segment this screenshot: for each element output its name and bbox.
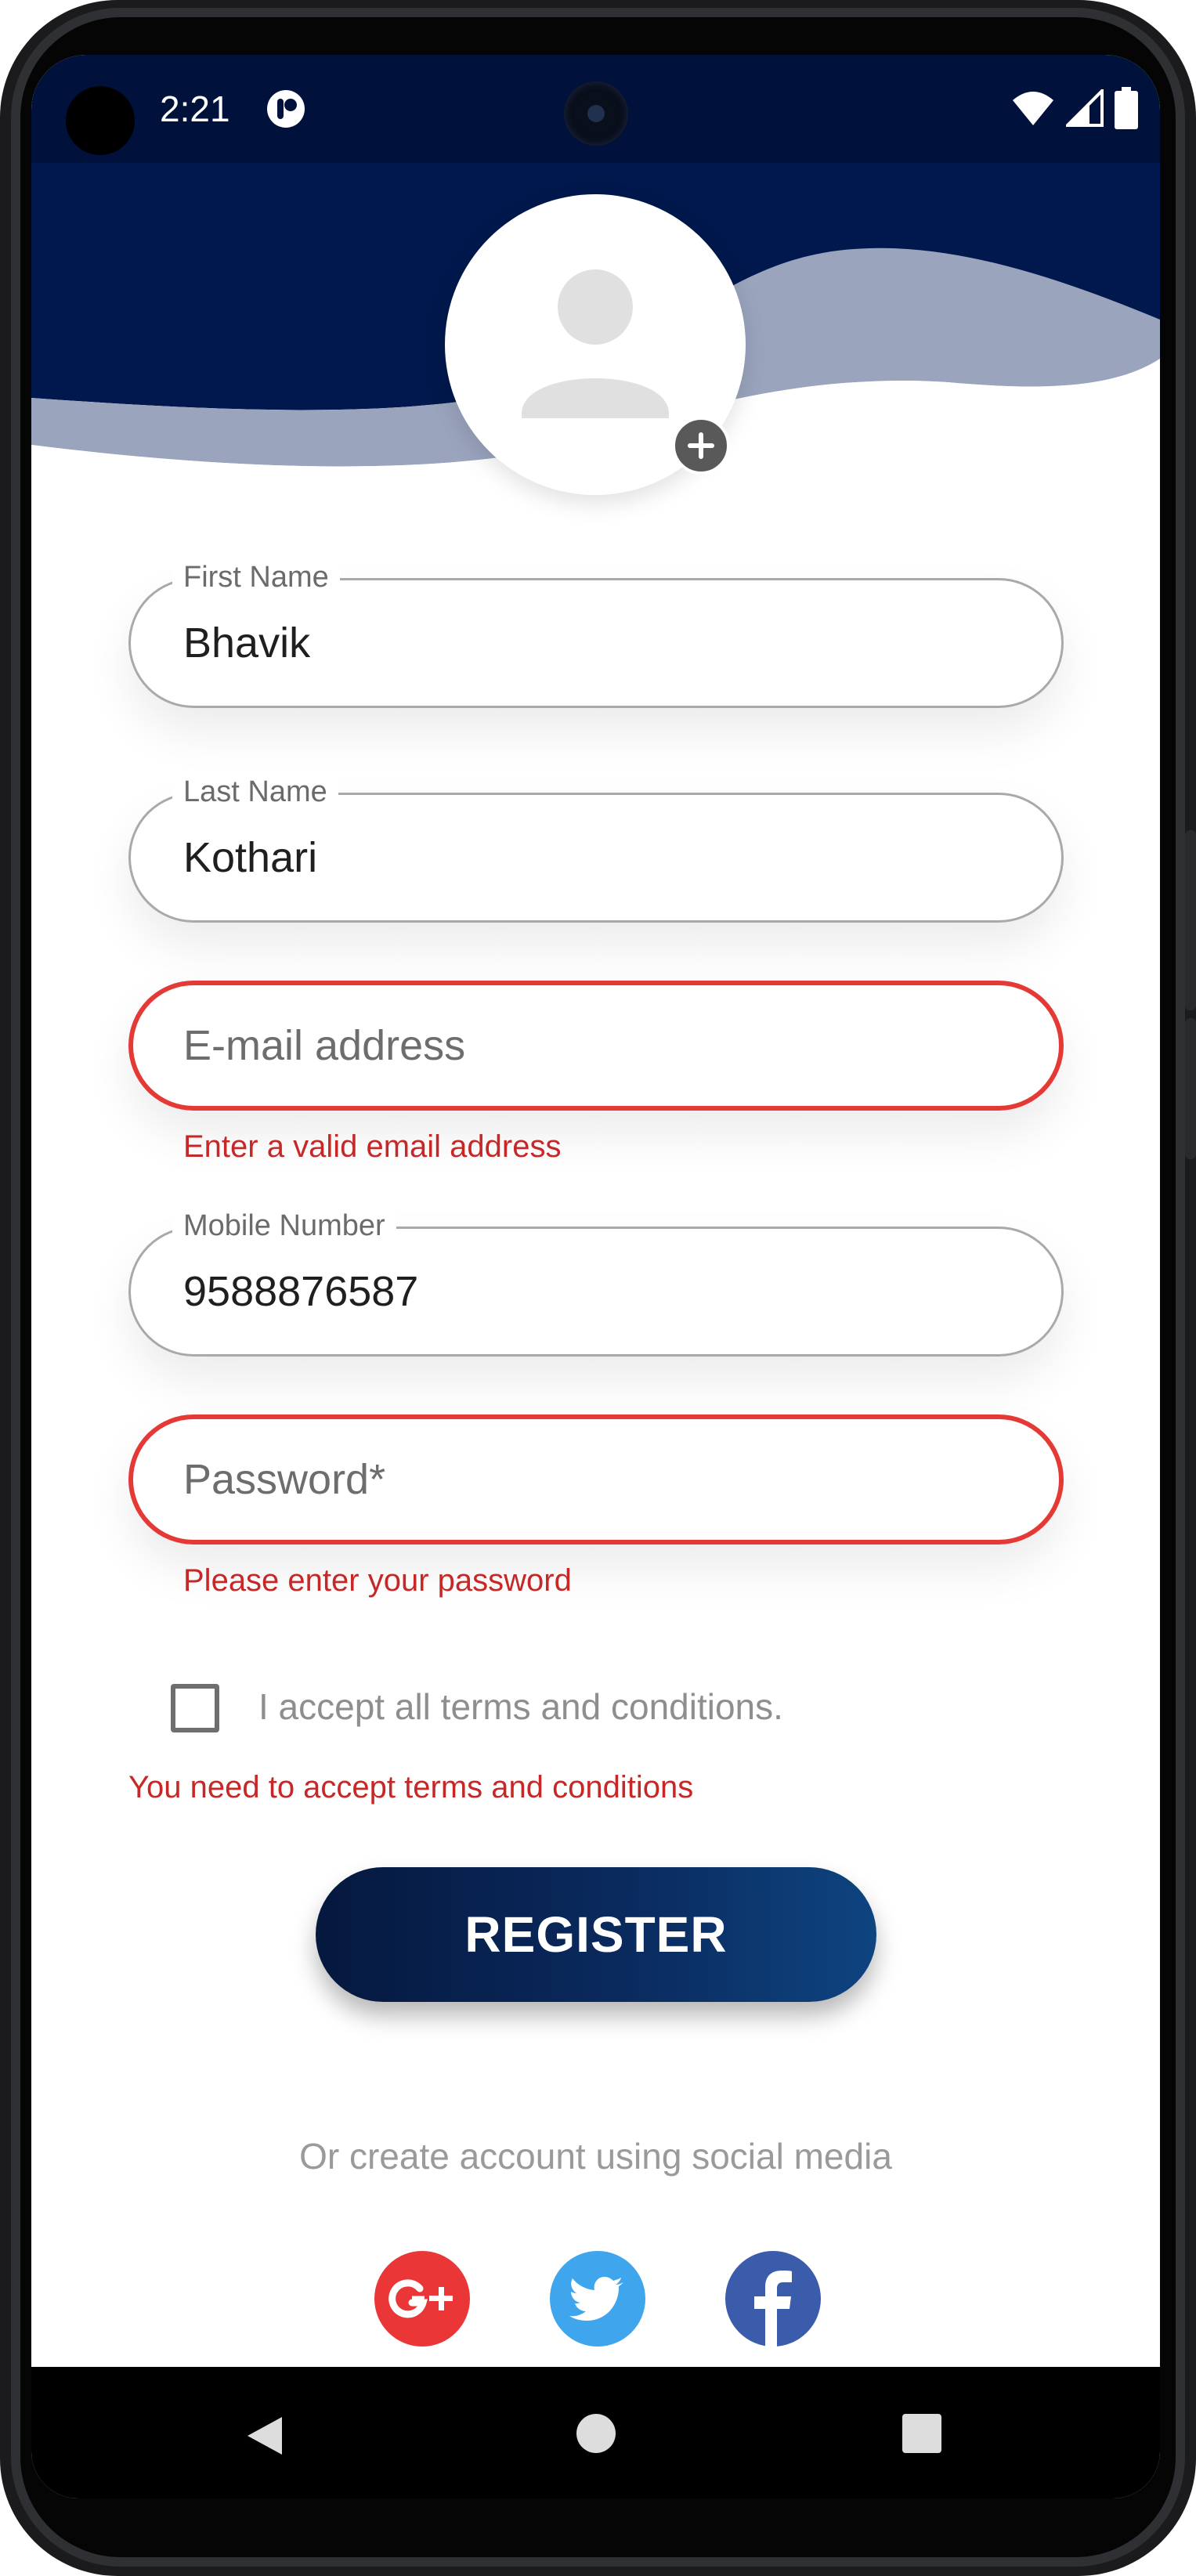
register-button[interactable]: REGISTER: [316, 1867, 876, 2002]
front-camera: [564, 81, 628, 146]
volume-button: [1185, 830, 1196, 1010]
app-notification-icon: [267, 90, 305, 128]
facebook-button[interactable]: [725, 2251, 821, 2347]
status-time: 2:21: [160, 89, 230, 129]
email-placeholder: E-mail address: [183, 1022, 466, 1069]
social-media-caption: Or create account using social media: [299, 2136, 892, 2177]
password-placeholder: Password*: [183, 1456, 386, 1503]
terms-checkbox[interactable]: [171, 1684, 219, 1732]
mobile-number-field[interactable]: Mobile Number 9588876587: [128, 1203, 1064, 1357]
password-field[interactable]: Password*: [128, 1414, 1064, 1545]
email-field[interactable]: E-mail address: [128, 981, 1064, 1111]
power-button: [1185, 1018, 1196, 1159]
terms-error: You need to accept terms and conditions: [128, 1770, 694, 1805]
google-plus-icon: [388, 2279, 453, 2318]
last-name-field[interactable]: Last Name Kothari: [128, 769, 1064, 923]
first-name-value: Bhavik: [183, 620, 311, 667]
plus-icon: [688, 432, 714, 459]
home-icon[interactable]: [576, 2414, 616, 2453]
status-dot: [66, 86, 135, 155]
add-photo-button[interactable]: [672, 417, 730, 475]
twitter-icon: [569, 2277, 623, 2321]
wifi-icon: [1013, 92, 1053, 125]
status-icons: [1011, 86, 1138, 130]
terms-label[interactable]: I accept all terms and conditions.: [258, 1685, 783, 1728]
google-plus-button[interactable]: [374, 2251, 470, 2347]
last-name-value: Kothari: [183, 834, 318, 881]
mobile-number-value: 9588876587: [183, 1268, 419, 1315]
facebook-icon: [754, 2271, 792, 2347]
recent-apps-icon[interactable]: [902, 2414, 941, 2453]
first-name-field[interactable]: First Name Bhavik: [128, 555, 1064, 708]
battery-icon: [1115, 87, 1138, 129]
cell-signal-icon: [1066, 89, 1104, 127]
back-icon[interactable]: [243, 2414, 287, 2458]
email-error: Enter a valid email address: [183, 1129, 562, 1164]
navigation-bar: [31, 2367, 1160, 2498]
twitter-button[interactable]: [550, 2251, 645, 2347]
screen: 2:21 First Name Bhavik Last Name Kothari…: [31, 55, 1160, 2498]
password-error: Please enter your password: [183, 1563, 572, 1598]
status-bar: 2:21: [31, 55, 1160, 163]
